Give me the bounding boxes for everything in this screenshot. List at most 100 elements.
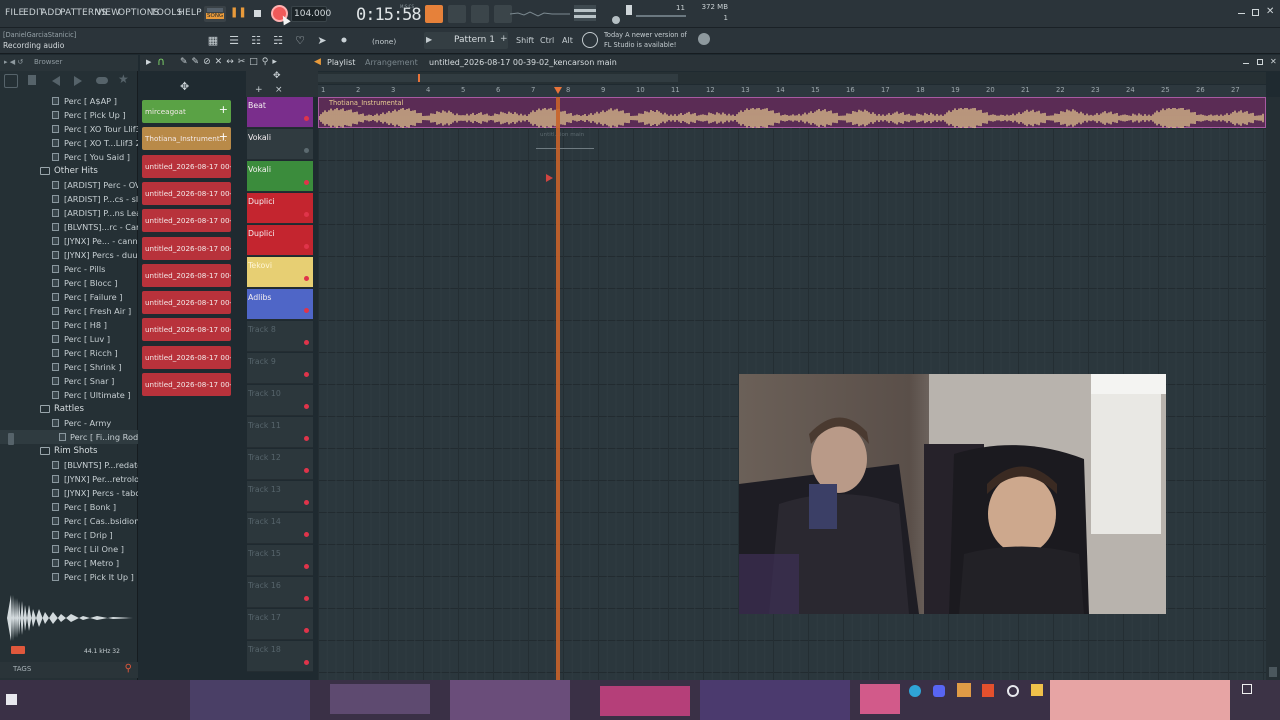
- track-header[interactable]: Vokali: [247, 161, 313, 192]
- track-header[interactable]: Track 15: [247, 545, 313, 576]
- zoom-tool-icon[interactable]: ⚲: [262, 57, 273, 67]
- browser-file[interactable]: Perc [ Failure ]: [0, 290, 138, 304]
- stop-button[interactable]: [254, 10, 261, 17]
- track-mute-led-icon[interactable]: [304, 308, 309, 313]
- track-header[interactable]: Track 14: [247, 513, 313, 544]
- overview-strip[interactable]: [318, 72, 1266, 84]
- browser-file[interactable]: [ARDIST] P...cs - slatt: [0, 192, 138, 206]
- track-mute-led-icon[interactable]: [304, 660, 309, 665]
- close-window-button[interactable]: ✕: [1266, 6, 1274, 17]
- arrow-right-icon[interactable]: ➤: [314, 33, 330, 49]
- playlist-menu-arrow-icon[interactable]: ▶: [146, 58, 151, 66]
- mute-tool-icon[interactable]: ✕: [215, 57, 227, 67]
- browser-file[interactable]: [ARDIST] Perc - OV: [0, 178, 138, 192]
- update-globe-icon[interactable]: [698, 33, 710, 45]
- audio-clip-beat[interactable]: Thotiana_Instrumental: [318, 97, 1266, 128]
- browser-file[interactable]: Perc [ Pick Up ]: [0, 108, 138, 122]
- track-header[interactable]: Track 18: [247, 641, 313, 672]
- mixer-icon[interactable]: ☵: [270, 33, 286, 49]
- channel-button[interactable]: untitled_2026-08-17 00-...: [142, 236, 231, 260]
- browser-file[interactable]: Perc [ Luv ]: [0, 332, 138, 346]
- track-mute-led-icon[interactable]: [304, 564, 309, 569]
- browser-file[interactable]: Perc [ Shrink ]: [0, 360, 138, 374]
- browser-file[interactable]: Perc [ XO Tour Llif3 ]: [0, 122, 138, 136]
- picker-move-icon[interactable]: ✥: [180, 80, 189, 93]
- channel-button[interactable]: Thotiana_Instrument... +: [142, 127, 231, 151]
- browser-file[interactable]: Perc [ Fi..ing Rod ]: [0, 430, 138, 444]
- delete-tool-icon[interactable]: ⊘: [203, 57, 215, 67]
- browser-star-icon[interactable]: ★: [118, 72, 129, 86]
- track-header[interactable]: Track 16: [247, 577, 313, 608]
- alt-key-indicator[interactable]: Alt: [562, 36, 573, 45]
- song-mode-toggle[interactable]: SONG: [204, 6, 226, 22]
- browser-file[interactable]: Perc [ XO T...Llif3 2 ]: [0, 136, 138, 150]
- browser-file[interactable]: Perc [ A$AP ]: [0, 94, 138, 108]
- channel-button[interactable]: untitled_2026-08-17 00-...: [142, 181, 231, 205]
- add-track-icon[interactable]: +: [255, 85, 263, 95]
- browser-file[interactable]: [BLVNTS] P...redator: [0, 458, 138, 472]
- browser-file[interactable]: Perc [ Fresh Air ]: [0, 304, 138, 318]
- tray-network-icon[interactable]: [1242, 684, 1252, 694]
- playlist-minimize-button[interactable]: [1243, 63, 1249, 64]
- browser-filter-icon[interactable]: [4, 74, 18, 88]
- track-header[interactable]: Vokali: [247, 129, 313, 160]
- paint-tool-icon[interactable]: ✎: [192, 57, 204, 67]
- snap-selector[interactable]: (none): [372, 37, 396, 46]
- sample-preview[interactable]: 44.1 kHz 32: [5, 593, 133, 655]
- metronome-button[interactable]: [425, 5, 443, 23]
- tempo-display[interactable]: 104.000: [291, 6, 331, 22]
- browser-file-icon[interactable]: [28, 75, 36, 85]
- browser-nav-icon[interactable]: ▸ ◀ ↺: [4, 58, 23, 66]
- browser-file[interactable]: Perc [ Pick It Up ]: [0, 570, 138, 584]
- playlist-close-button[interactable]: ✕: [1270, 57, 1277, 66]
- channel-add-icon[interactable]: +: [219, 130, 228, 143]
- plugin-picker-icon[interactable]: ♡: [292, 33, 308, 49]
- channel-button[interactable]: untitled_2026-08-17 00-...: [142, 209, 231, 233]
- browser-folder[interactable]: Rim Shots: [0, 444, 138, 458]
- browser-file[interactable]: Perc [ Snar ]: [0, 374, 138, 388]
- channel-button[interactable]: mirceagoat +: [142, 100, 231, 123]
- track-mute-led-icon[interactable]: [304, 372, 309, 377]
- browser-file[interactable]: [JYNX] Percs - duubi: [0, 248, 138, 262]
- track-mute-led-icon[interactable]: [304, 628, 309, 633]
- track-mute-led-icon[interactable]: [304, 116, 309, 121]
- piano-roll-icon[interactable]: ☰: [226, 33, 242, 49]
- play-button[interactable]: ❚❚: [230, 8, 247, 18]
- track-mute-led-icon[interactable]: [304, 596, 309, 601]
- channel-button[interactable]: untitled_2026-08-17 00-...: [142, 345, 231, 369]
- menu-file[interactable]: FILE: [5, 8, 24, 18]
- recorded-clip-ghost[interactable]: [536, 148, 594, 152]
- add-pattern-icon[interactable]: +: [500, 34, 508, 44]
- news-icon[interactable]: [582, 32, 598, 48]
- browser-forward-icon[interactable]: [74, 76, 82, 86]
- fl-studio-taskbar-icon[interactable]: [957, 683, 971, 697]
- track-header[interactable]: Track 10: [247, 385, 313, 416]
- track-mute-led-icon[interactable]: [304, 180, 309, 185]
- track-header[interactable]: Track 13: [247, 481, 313, 512]
- track-mute-led-icon[interactable]: [304, 404, 309, 409]
- channel-rack-icon[interactable]: ☷: [248, 33, 264, 49]
- slip-tool-icon[interactable]: ↔: [226, 57, 238, 67]
- browser-file[interactable]: Perc [ Metro ]: [0, 556, 138, 570]
- draw-tool-icon[interactable]: ✎: [180, 57, 192, 67]
- browser-file[interactable]: Perc - Pills: [0, 262, 138, 276]
- song-position-marker-icon[interactable]: [554, 87, 562, 94]
- wait-input-button[interactable]: [448, 5, 466, 23]
- pattern-selector[interactable]: ▶ Pattern 1 +: [424, 32, 508, 49]
- maximize-window-button[interactable]: [1252, 9, 1259, 16]
- browser-folder[interactable]: Rattles: [0, 402, 138, 416]
- track-mute-led-icon[interactable]: [304, 436, 309, 441]
- preview-play-icon[interactable]: [11, 646, 25, 654]
- browser-file[interactable]: [BLVNTS]...rc - Carti: [0, 220, 138, 234]
- browser-folder[interactable]: Other Hits: [0, 164, 138, 178]
- brave-icon[interactable]: [982, 684, 994, 697]
- browser-file[interactable]: Perc [ You Said ]: [0, 150, 138, 164]
- track-header[interactable]: Track 12: [247, 449, 313, 480]
- remove-track-icon[interactable]: ×: [275, 85, 283, 95]
- playlist-scrollbar[interactable]: [1266, 97, 1280, 680]
- microphone-icon[interactable]: ⚫: [336, 33, 352, 49]
- timeline-ruler[interactable]: 1 2 3 4 5 6 7 8 9 10 11 12 13 14 15 16 17 18 19 20 21 22 23 24 2…: [318, 85, 1266, 97]
- browser-file[interactable]: Perc [ H8 ]: [0, 318, 138, 332]
- playback-tool-icon[interactable]: ▸: [272, 57, 281, 67]
- browser-file[interactable]: Perc [ Bonk ]: [0, 500, 138, 514]
